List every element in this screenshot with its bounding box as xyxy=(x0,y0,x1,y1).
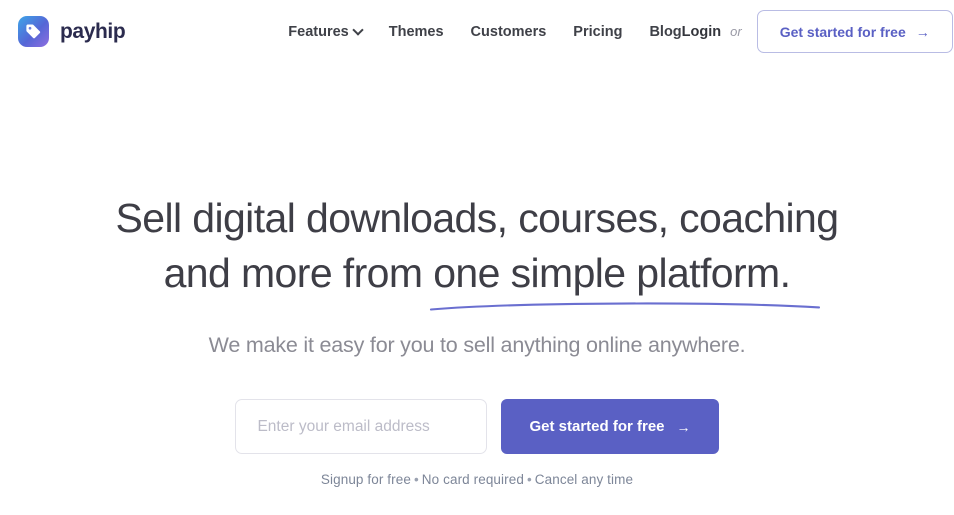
hand-drawn-underline-icon xyxy=(430,302,821,311)
nav-item-blog[interactable]: Blog xyxy=(649,24,681,40)
headline-line-2-prefix: and more from xyxy=(163,250,434,296)
arrow-right-icon: → xyxy=(676,418,691,435)
fineprint-item-3: Cancel any time xyxy=(534,472,634,487)
page-title: Sell digital downloads, courses, coachin… xyxy=(0,191,954,311)
brand-logo[interactable]: payhip xyxy=(18,16,126,47)
header-get-started-label: Get started for free xyxy=(779,23,906,40)
fineprint-separator-2: • xyxy=(526,472,532,487)
or-separator-label: or xyxy=(730,24,742,39)
headline-line-1: Sell digital downloads, courses, coachin… xyxy=(115,195,840,241)
signup-fineprint: Signup for free • No card required • Cancel … xyxy=(0,472,954,487)
login-link[interactable]: Login xyxy=(682,24,721,40)
headline-line-2: and more from one simple platform. xyxy=(0,246,954,311)
hero-section: Sell digital downloads, courses, coachin… xyxy=(0,63,954,487)
nav-label-features: Features xyxy=(288,23,349,40)
fineprint-separator-1: • xyxy=(413,472,419,487)
header-get-started-button[interactable]: Get started for free → xyxy=(756,10,953,53)
brand-wordmark: payhip xyxy=(60,19,126,43)
headline-highlight-text: one simple platform. xyxy=(433,250,791,296)
fineprint-item-1: Signup for free xyxy=(320,472,411,487)
nav-item-features[interactable]: Features xyxy=(288,24,361,40)
email-input[interactable] xyxy=(235,399,488,454)
nav-item-pricing[interactable]: Pricing xyxy=(573,24,622,40)
chevron-down-icon xyxy=(354,26,362,34)
header-actions: Login or Get started for free → xyxy=(682,10,953,53)
fineprint-item-2: No card required xyxy=(421,472,524,487)
hero-get-started-button[interactable]: Get started for free → xyxy=(501,399,719,454)
nav-item-themes[interactable]: Themes xyxy=(389,24,444,40)
headline-highlight-phrase: one simple platform. xyxy=(430,246,821,311)
site-header: payhip Features Themes Customers Pricing… xyxy=(0,0,954,63)
nav-item-customers[interactable]: Customers xyxy=(471,24,547,40)
hero-get-started-label: Get started for free xyxy=(529,418,665,435)
main-navigation: Features Themes Customers Pricing Blog xyxy=(288,24,681,40)
hero-subtitle: We make it easy for you to sell anything… xyxy=(208,333,746,357)
signup-form: Get started for free → xyxy=(0,399,954,454)
arrow-right-icon: → xyxy=(915,23,930,40)
price-tag-icon xyxy=(18,16,49,47)
